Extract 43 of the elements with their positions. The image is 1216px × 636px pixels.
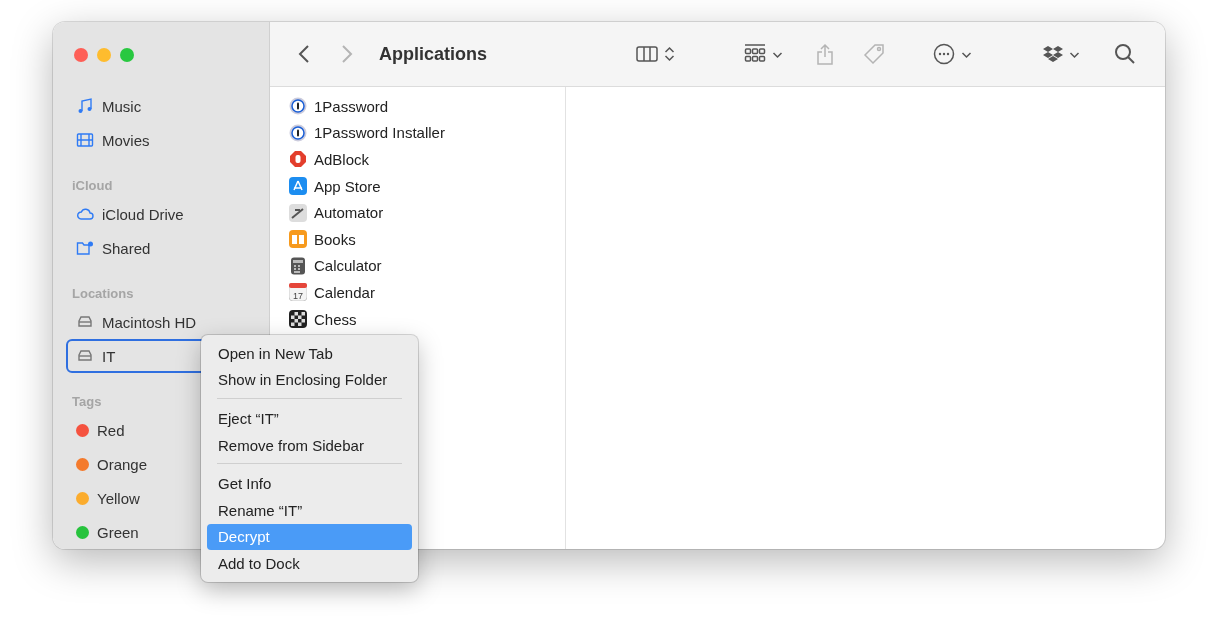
file-name: AdBlock [314, 151, 370, 168]
sidebar-item-label: Yellow [97, 489, 140, 507]
file-name: 1Password Installer [314, 124, 445, 142]
sidebar-item[interactable]: Movies [66, 123, 256, 157]
window-title: Applications [379, 43, 487, 65]
file-name: App Store [314, 177, 381, 195]
sidebar-section-heading: Tags [72, 392, 103, 411]
file-row[interactable]: Automator [270, 199, 565, 226]
file-name: 1Password [314, 97, 389, 115]
menu-item[interactable]: Add to Dock [207, 550, 412, 577]
file-row[interactable]: Chess [270, 305, 565, 333]
file-row[interactable]: Books [270, 225, 565, 253]
sidebar-item-label: iCloud Drive [102, 205, 184, 223]
file-name: Calendar [314, 283, 375, 301]
sidebar-section-heading: iCloud [72, 176, 114, 195]
menu-item[interactable]: Remove from Sidebar [207, 431, 412, 459]
sidebar-item-label: Shared [102, 239, 151, 257]
menu-item[interactable]: Rename “IT” [207, 496, 412, 524]
calendar-date: 17 [293, 290, 303, 301]
file-row[interactable]: AdBlock [270, 146, 565, 173]
sidebar-item[interactable]: Macintosh HD [66, 305, 256, 339]
file-row[interactable]: 1Password [270, 93, 565, 120]
file-row[interactable]: 17 Calendar [270, 279, 565, 306]
sidebar-section-heading: Locations [72, 284, 135, 303]
file-name: Books [314, 230, 356, 248]
sidebar-item-label: Movies [102, 131, 150, 149]
sidebar-item[interactable]: Music [66, 89, 256, 123]
sidebar-item-label: Macintosh HD [102, 313, 197, 331]
sidebar-item[interactable]: Shared [66, 231, 256, 265]
sidebar-item[interactable]: iCloud Drive [66, 197, 256, 231]
sidebar-item-label: Music [102, 97, 142, 115]
menu-item[interactable]: Get Info [207, 470, 412, 497]
sidebar-item-label: IT [102, 347, 116, 365]
sidebar-item-label: Green [97, 523, 139, 541]
menu-item[interactable]: Eject “IT” [207, 405, 412, 432]
file-name: Chess [314, 310, 357, 328]
file-name: Calculator [314, 257, 382, 275]
file-row[interactable]: Calculator [270, 252, 565, 280]
sidebar-item-label: Red [97, 421, 125, 439]
file-row[interactable]: App Store [270, 172, 565, 200]
file-name: Automator [314, 204, 384, 222]
file-row[interactable]: 1Password Installer [270, 119, 565, 147]
sidebar-item-label: Orange [97, 455, 148, 473]
